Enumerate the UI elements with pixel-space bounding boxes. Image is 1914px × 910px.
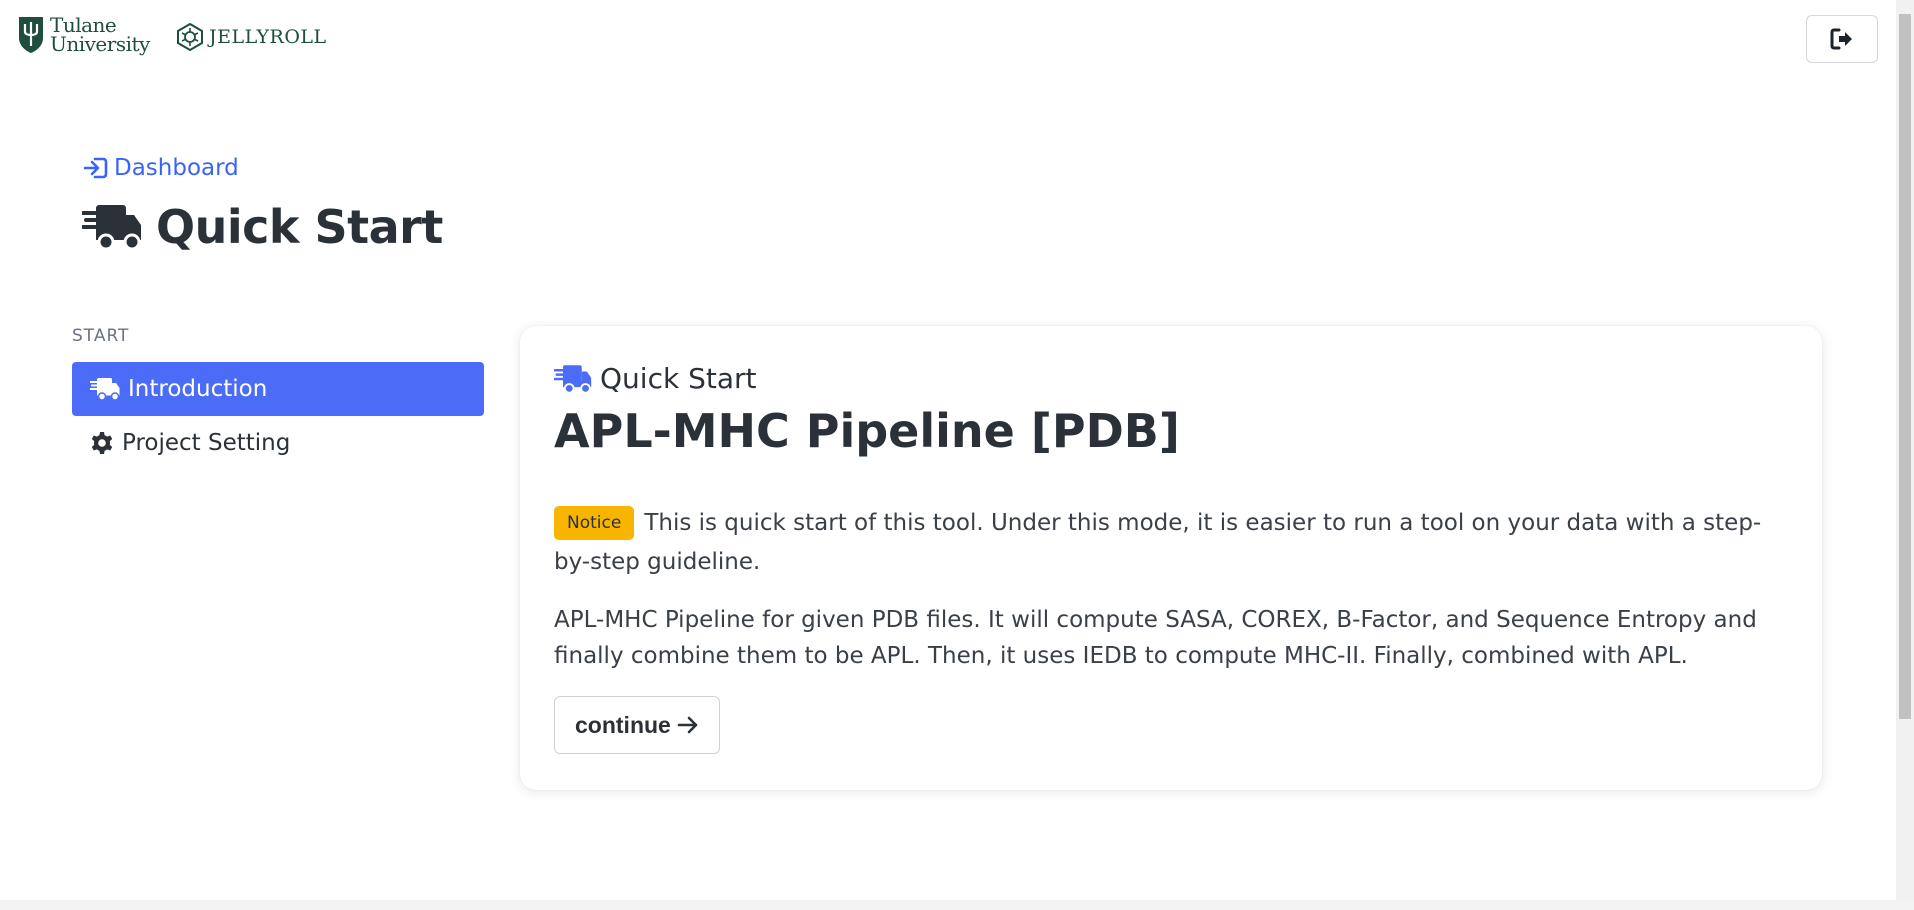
sidebar-item-label: Project Setting [122, 430, 291, 456]
notice-text: This is quick start of this tool. Under … [554, 510, 1762, 575]
sidebar-section-start: START [72, 326, 130, 346]
tulane-logo-line2: University [50, 32, 150, 56]
page-title: Quick Start [82, 200, 443, 254]
page-title-text: Quick Start [156, 200, 443, 254]
gear-icon [91, 432, 113, 454]
jellyroll-logo[interactable]: JELLYROLL [177, 23, 327, 51]
truck-fast-icon [554, 364, 592, 394]
sign-in-icon [83, 157, 108, 179]
truck-fast-icon [90, 378, 120, 401]
quick-start-card: Quick Start APL-MHC Pipeline [PDB] Notic… [520, 326, 1822, 790]
logout-button[interactable] [1806, 15, 1878, 63]
tulane-logo[interactable]: Tulane University [18, 15, 150, 56]
notice-paragraph: Notice This is quick start of this tool. … [554, 504, 1774, 582]
vertical-scrollbar[interactable] [1896, 0, 1914, 900]
tulane-shield-icon [19, 17, 43, 53]
top-bar: Tulane University JELLYROLL [0, 0, 1896, 80]
scrollbar-thumb[interactable] [1899, 14, 1911, 719]
card-kicker-text: Quick Start [600, 362, 757, 395]
bottom-strip [0, 900, 1914, 910]
sidebar-item-project-setting[interactable]: Project Setting [72, 416, 484, 470]
card-kicker: Quick Start [554, 362, 756, 395]
notice-badge: Notice [554, 506, 635, 540]
continue-label: continue [575, 711, 671, 738]
continue-button[interactable]: continue [554, 696, 720, 754]
arrow-right-icon [677, 716, 698, 734]
sidebar: START Introduction Project Setting [72, 326, 484, 470]
sidebar-item-label: Introduction [128, 376, 268, 402]
sidebar-item-introduction[interactable]: Introduction [72, 362, 484, 416]
jellyroll-mark-icon [177, 23, 203, 51]
breadcrumb-label: Dashboard [114, 155, 239, 181]
pipeline-description: APL-MHC Pipeline for given PDB files. It… [554, 607, 1757, 669]
truck-fast-icon [82, 205, 141, 251]
pipeline-title: APL-MHC Pipeline [PDB] [554, 404, 1180, 458]
jellyroll-logo-text: JELLYROLL [209, 26, 327, 48]
sign-out-icon [1830, 28, 1852, 50]
breadcrumb-dashboard-link[interactable]: Dashboard [82, 155, 239, 181]
